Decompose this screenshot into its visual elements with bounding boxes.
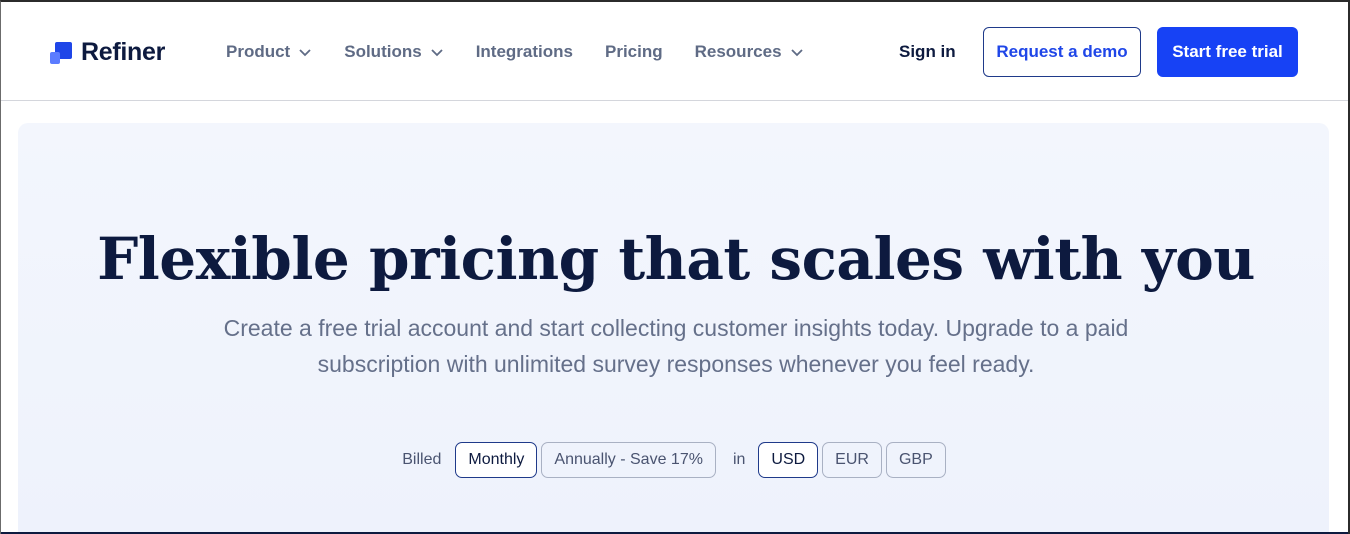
billing-annually-toggle[interactable]: Annually - Save 17% xyxy=(541,442,716,478)
refiner-logo-icon xyxy=(50,41,72,64)
currency-gbp-toggle[interactable]: GBP xyxy=(885,442,946,478)
main-menu: Product Solutions Integrations Pricing R… xyxy=(226,42,836,62)
menu-item-label: Integrations xyxy=(475,42,573,61)
browser-viewport: Refiner Product Solutions Integrations P… xyxy=(0,0,1350,534)
menu-item-pricing[interactable]: Pricing xyxy=(605,42,663,62)
menu-item-product[interactable]: Product xyxy=(226,42,312,62)
chevron-down-icon xyxy=(299,49,311,57)
start-free-trial-button[interactable]: Start free trial xyxy=(1157,27,1298,77)
top-navigation: Refiner Product Solutions Integrations P… xyxy=(1,2,1348,101)
menu-item-resources[interactable]: Resources xyxy=(695,42,804,62)
menu-item-label: Pricing xyxy=(604,42,663,61)
request-demo-button[interactable]: Request a demo xyxy=(983,27,1141,77)
chevron-down-icon xyxy=(431,49,443,57)
currency-eur-toggle[interactable]: EUR xyxy=(822,442,882,478)
billed-label: Billed xyxy=(402,451,442,468)
billing-options: Billed Monthly Annually - Save 17% in US… xyxy=(1,442,1348,478)
hero-subtitle: Create a free trial account and start co… xyxy=(151,310,1201,382)
menu-item-label: Product xyxy=(226,42,291,61)
menu-item-solutions[interactable]: Solutions xyxy=(344,42,443,62)
billing-monthly-toggle[interactable]: Monthly xyxy=(455,442,538,478)
brand-logo[interactable]: Refiner xyxy=(50,38,165,67)
menu-item-label: Solutions xyxy=(344,42,422,61)
currency-usd-toggle[interactable]: USD xyxy=(758,442,819,478)
chevron-down-icon xyxy=(790,49,803,57)
sign-in-link[interactable]: Sign in xyxy=(899,42,956,62)
menu-item-integrations[interactable]: Integrations xyxy=(476,42,573,62)
brand-name: Refiner xyxy=(81,38,166,66)
hero-subtitle-line-1: Create a free trial account and start co… xyxy=(223,315,1129,341)
page-title: Flexible pricing that scales with you xyxy=(97,225,1255,293)
hero-subtitle-line-2: subscription with unlimited survey respo… xyxy=(317,351,1035,377)
menu-item-label: Resources xyxy=(694,42,782,61)
currency-in-label: in xyxy=(732,451,746,468)
